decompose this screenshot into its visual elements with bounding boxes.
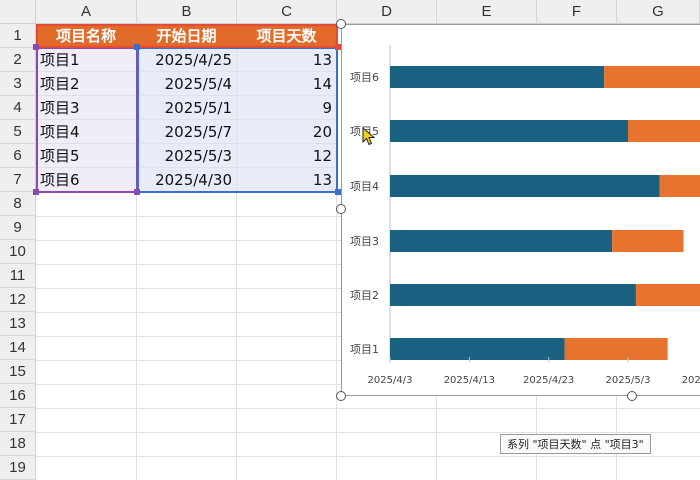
chart-plot: 项目6项目5项目4项目3项目2项目12025/4/32025/4/132025/… — [350, 45, 700, 386]
chart-category-label: 项目6 — [350, 71, 379, 84]
cell-b1[interactable]: 开始日期 — [137, 24, 237, 48]
row-header-9[interactable]: 9 — [0, 216, 36, 240]
row-header-13[interactable]: 13 — [0, 312, 36, 336]
cell-c5[interactable]: 20 — [237, 120, 337, 144]
range-handle[interactable] — [33, 189, 39, 195]
column-header-g[interactable]: G — [617, 0, 700, 24]
chart-x-tick-label: 2025/4/3 — [368, 375, 413, 386]
column-header-d[interactable]: D — [337, 0, 437, 24]
cell-a5[interactable]: 项目4 — [36, 120, 137, 144]
chart-bar-start[interactable] — [390, 338, 565, 360]
chart-x-tick-label: 2025/5/3 — [606, 375, 651, 386]
chart-category-label: 项目1 — [350, 343, 379, 356]
chart-bar-start[interactable] — [390, 230, 613, 252]
cell-c3[interactable]: 14 — [237, 72, 337, 96]
row-header-4[interactable]: 4 — [0, 96, 36, 120]
cell-c2[interactable]: 13 — [237, 48, 337, 72]
chart-bar-duration[interactable] — [635, 284, 700, 306]
cell-b4[interactable]: 2025/5/1 — [137, 96, 237, 120]
chart-bar-duration[interactable] — [612, 230, 684, 252]
row-header-19[interactable]: 19 — [0, 456, 36, 480]
cell-c1[interactable]: 项目天数 — [237, 24, 337, 48]
chart-bar-start[interactable] — [390, 66, 605, 88]
chart-resize-handle[interactable] — [336, 204, 346, 214]
cell-b3[interactable]: 2025/5/4 — [137, 72, 237, 96]
row-header-1[interactable]: 1 — [0, 24, 36, 48]
chart-bar-start[interactable] — [390, 120, 628, 142]
gantt-chart[interactable]: 项目6项目5项目4项目3项目2项目12025/4/32025/4/132025/… — [341, 24, 700, 396]
chart-x-tick-label: 2025/5/13 — [682, 375, 700, 386]
cell-a6[interactable]: 项目5 — [36, 144, 137, 168]
chart-bar-start[interactable] — [390, 175, 660, 197]
row-header-11[interactable]: 11 — [0, 264, 36, 288]
cell-c7[interactable]: 13 — [237, 168, 337, 192]
chart-category-label: 项目2 — [350, 289, 379, 302]
column-header-a[interactable]: A — [36, 0, 137, 24]
range-handle[interactable] — [134, 189, 140, 195]
chart-x-tick-label: 2025/4/13 — [444, 375, 495, 386]
chart-category-label: 项目4 — [350, 180, 379, 193]
column-header-c[interactable]: C — [237, 0, 337, 24]
chart-resize-handle[interactable] — [336, 19, 346, 29]
row-header-10[interactable]: 10 — [0, 240, 36, 264]
row-header-8[interactable]: 8 — [0, 192, 36, 216]
column-header-f[interactable]: F — [537, 0, 617, 24]
cell-a7[interactable]: 项目6 — [36, 168, 137, 192]
cell-a2[interactable]: 项目1 — [36, 48, 137, 72]
chart-bar-duration[interactable] — [659, 175, 700, 197]
range-handle[interactable] — [134, 44, 140, 50]
chart-bar-duration[interactable] — [564, 338, 668, 360]
cell-a1[interactable]: 项目名称 — [36, 24, 137, 48]
chart-bar-duration[interactable] — [628, 120, 700, 142]
range-handle[interactable] — [33, 44, 39, 50]
cell-b2[interactable]: 2025/4/25 — [137, 48, 237, 72]
chart-x-tick-label: 2025/4/23 — [523, 375, 574, 386]
cell-c4[interactable]: 9 — [237, 96, 337, 120]
row-header-6[interactable]: 6 — [0, 144, 36, 168]
row-header-12[interactable]: 12 — [0, 288, 36, 312]
chart-category-label: 项目3 — [350, 235, 379, 248]
chart-resize-handle[interactable] — [336, 391, 346, 401]
chart-tooltip: 系列 "项目天数" 点 "项目3" — [500, 434, 651, 454]
cell-b6[interactable]: 2025/5/3 — [137, 144, 237, 168]
row-header-5[interactable]: 5 — [0, 120, 36, 144]
column-header-e[interactable]: E — [437, 0, 537, 24]
cell-b7[interactable]: 2025/4/30 — [137, 168, 237, 192]
chart-bar-start[interactable] — [390, 284, 636, 306]
row-header-2[interactable]: 2 — [0, 48, 36, 72]
chart-bar-duration[interactable] — [604, 66, 700, 88]
cell-c6[interactable]: 12 — [237, 144, 337, 168]
chart-resize-handle[interactable] — [627, 391, 637, 401]
mouse-cursor-icon — [362, 127, 376, 146]
row-header-7[interactable]: 7 — [0, 168, 36, 192]
cell-a3[interactable]: 项目2 — [36, 72, 137, 96]
row-header-14[interactable]: 14 — [0, 336, 36, 360]
row-header-18[interactable]: 18 — [0, 432, 36, 456]
row-header-16[interactable]: 16 — [0, 384, 36, 408]
row-header-17[interactable]: 17 — [0, 408, 36, 432]
row-header-15[interactable]: 15 — [0, 360, 36, 384]
cell-a4[interactable]: 项目3 — [36, 96, 137, 120]
select-all-corner[interactable] — [0, 0, 36, 24]
cell-b5[interactable]: 2025/5/7 — [137, 120, 237, 144]
row-header-3[interactable]: 3 — [0, 72, 36, 96]
column-header-b[interactable]: B — [137, 0, 237, 24]
